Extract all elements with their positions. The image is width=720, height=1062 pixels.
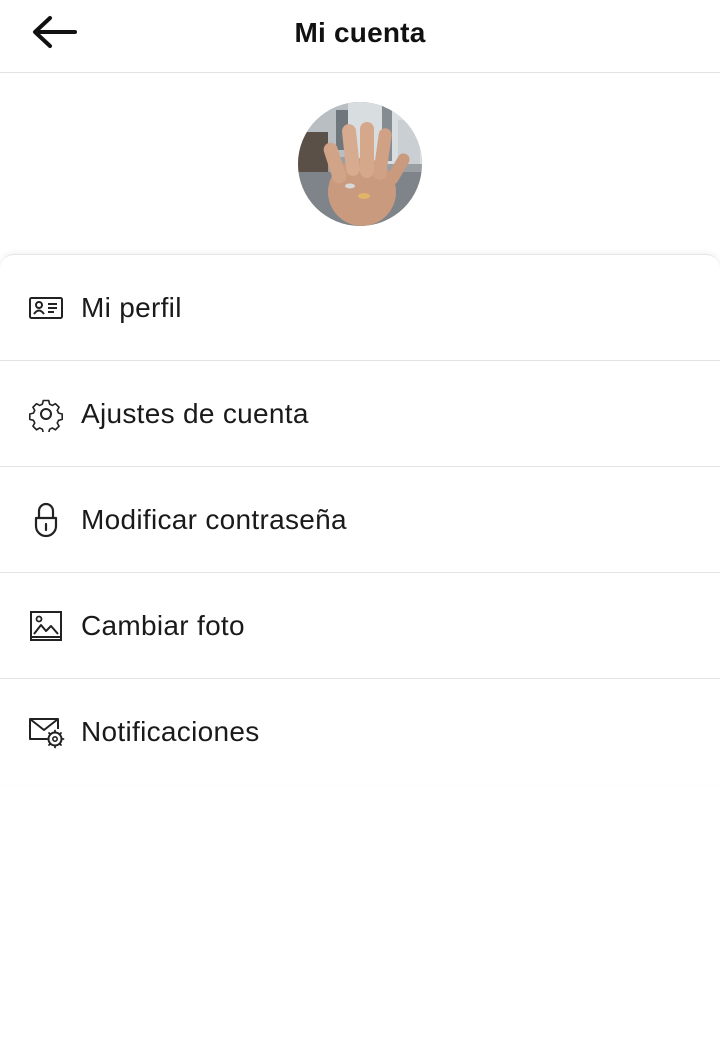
avatar[interactable]	[298, 102, 422, 226]
menu-item-ajustes-de-cuenta[interactable]: Ajustes de cuenta	[0, 361, 720, 467]
profile-photo	[298, 102, 422, 226]
gear-icon	[26, 394, 66, 434]
menu-item-label: Modificar contraseña	[81, 503, 347, 535]
account-menu: Mi perfil Ajustes de cuenta Modificar co…	[0, 254, 720, 785]
menu-item-label: Notificaciones	[81, 716, 260, 747]
menu-item-label: Mi perfil	[81, 291, 182, 323]
image-icon	[26, 606, 66, 646]
menu-item-modificar-contrasena[interactable]: Modificar contraseña	[0, 467, 720, 573]
lock-icon	[26, 500, 66, 540]
menu-item-mi-perfil[interactable]: Mi perfil	[0, 255, 720, 361]
menu-item-label: Ajustes de cuenta	[81, 397, 309, 429]
mail-settings-icon	[26, 712, 66, 752]
page-title: Mi cuenta	[294, 17, 426, 48]
menu-item-label: Cambiar foto	[81, 609, 245, 641]
id-card-icon	[26, 288, 66, 328]
menu-item-cambiar-foto[interactable]: Cambiar foto	[0, 573, 720, 679]
header-bar: Mi cuenta	[0, 0, 720, 73]
menu-item-notificaciones[interactable]: Notificaciones	[0, 679, 720, 785]
